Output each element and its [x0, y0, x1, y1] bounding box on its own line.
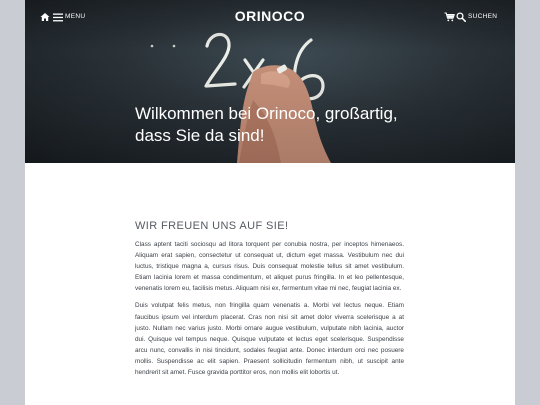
main-content: Wir freuen uns auf Sie! Class aptent tac…	[135, 220, 404, 384]
paragraph: Class aptent taciti sociosqu ad litora t…	[135, 241, 404, 293]
search-label[interactable]: Suchen	[468, 13, 497, 20]
search-icon[interactable]	[456, 12, 466, 22]
cart-icon[interactable]	[444, 12, 455, 22]
section-heading: Wir freuen uns auf Sie!	[135, 220, 289, 232]
brand-logo[interactable]: ORINOCO	[25, 8, 515, 24]
paragraph: Duis volutpat felis metus, non fringilla…	[135, 302, 404, 377]
hero-title: Wilkommen bei Orinoco, großartig, dass S…	[135, 104, 398, 145]
top-navigation: Menu ORINOCO Suchen	[25, 0, 515, 34]
hero-banner: Menu ORINOCO Suchen Wilkommen bei Orinoc…	[25, 0, 515, 163]
page: Menu ORINOCO Suchen Wilkommen bei Orinoc…	[25, 0, 515, 405]
